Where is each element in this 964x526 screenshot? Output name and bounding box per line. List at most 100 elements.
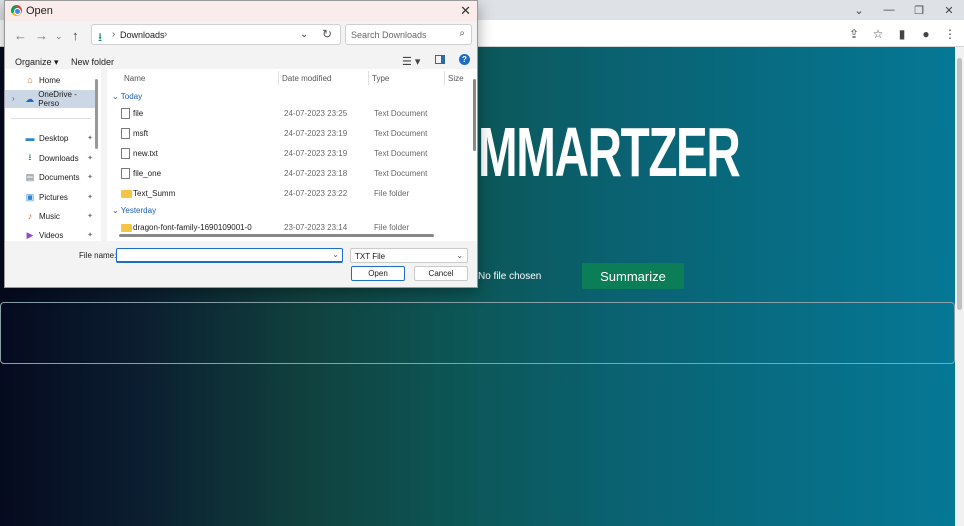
column-header-name[interactable]: Name [124,74,145,83]
nav-divider [11,118,91,119]
chevron-right-icon[interactable]: › [12,94,15,103]
column-header-type[interactable]: Type [372,74,389,83]
open-file-dialog: Open ✕ ← → ⌄ ↑ ⭳ › Downloads › ⌄ ↻ Searc… [4,0,478,288]
file-row[interactable]: file 24-07-2023 23:25 Text Document [107,105,469,123]
sidepanel-icon[interactable]: ▮ [892,24,912,44]
nav-item-label: Downloads [39,153,79,163]
text-document-icon [121,128,130,139]
nav-item-label: Documents [39,172,80,182]
folder-row[interactable]: Text_Summ 24-07-2023 23:22 File folder [107,185,469,203]
nav-item-label: Music [39,211,60,221]
nav-item-documents[interactable]: ▤ Documents ✦ [5,168,95,186]
column-separator[interactable] [278,71,279,85]
file-name-input[interactable]: ⌄ [116,248,343,263]
pictures-icon: ▣ [25,191,35,202]
close-icon[interactable]: ✕ [460,3,471,19]
text-document-icon [121,108,130,119]
text-document-icon [121,148,130,159]
file-type: Text Document [374,169,428,178]
file-date: 24-07-2023 23:22 [284,189,348,198]
chevron-right-icon: › [112,29,116,40]
column-separator[interactable] [368,71,369,85]
profile-icon[interactable]: ● [916,24,936,44]
close-window-button[interactable]: ✕ [934,0,964,20]
chevron-down-icon[interactable]: ⌄ [456,251,463,260]
file-name: file_one [133,169,162,178]
refresh-icon[interactable]: ↻ [322,27,332,41]
pin-icon: ✦ [87,232,93,239]
address-folder[interactable]: Downloads [120,30,165,40]
restore-button[interactable]: ❐ [904,0,934,20]
home-icon: ⌂ [27,75,33,85]
download-icon: ⭳ [28,152,32,162]
file-type-value: TXT File [355,252,386,261]
file-row[interactable]: msft 24-07-2023 23:19 Text Document [107,125,469,143]
summarize-button[interactable]: Summarize [582,263,684,289]
folder-icon [121,190,132,198]
column-header-date[interactable]: Date modified [282,74,331,83]
chevron-right-icon[interactable]: › [164,29,167,40]
share-icon[interactable]: ⇪ [844,24,864,44]
file-row[interactable]: file_one 24-07-2023 23:18 Text Document [107,165,469,183]
nav-item-desktop[interactable]: ▬ Desktop ✦ [5,129,95,147]
open-button[interactable]: Open [351,266,405,281]
nav-item-pictures[interactable]: ▣ Pictures ✦ [5,188,95,206]
file-type: Text Document [374,129,428,138]
pin-icon: ✦ [87,135,93,142]
nav-item-videos[interactable]: ▶ Videos ✦ [5,226,95,244]
file-date: 24-07-2023 23:18 [284,169,348,178]
no-file-chosen-label: No file chosen [478,271,542,282]
desktop-icon: ▬ [25,133,35,143]
preview-pane-icon[interactable] [435,55,445,64]
up-arrow-icon[interactable]: ↑ [72,28,79,43]
nav-item-label: Desktop [39,133,69,143]
cancel-button[interactable]: Cancel [414,266,468,281]
column-header-size[interactable]: Size [448,74,464,83]
pin-icon: ✦ [87,213,93,220]
recent-locations-icon[interactable]: ⌄ [55,31,63,42]
back-arrow-icon[interactable]: ← [14,28,27,43]
chevron-down-icon[interactable]: ⌄ [300,29,308,40]
group-label: Today [120,92,143,101]
star-icon[interactable]: ☆ [868,24,888,44]
menu-icon[interactable]: ⋮ [940,24,960,44]
nav-item-music[interactable]: ♪ Music ✦ [5,207,95,225]
file-list: Name Date modified Type Size ⌄ Today fil… [107,69,477,241]
group-label: Yesterday [120,206,157,215]
file-name: msft [133,129,149,138]
music-icon: ♪ [27,211,33,221]
address-bar[interactable]: ⭳ › Downloads › ⌄ ↻ [91,24,341,45]
navigation-pane: ⌂ Home › ☁ OneDrive - Perso ▬ Desktop ✦ … [5,69,101,241]
file-row[interactable]: new.txt 24-07-2023 23:19 Text Document [107,145,469,163]
file-type: File folder [374,189,410,198]
chrome-logo-icon [11,5,22,16]
view-options-icon[interactable]: ☰ ▾ [402,55,420,68]
file-date: 24-07-2023 23:19 [284,129,348,138]
file-name: file [133,109,144,118]
file-list-vertical-scrollbar[interactable] [473,79,476,151]
nav-scrollbar[interactable] [95,79,98,149]
organize-menu[interactable]: Organize ▾ [15,57,59,68]
group-header-today[interactable]: ⌄ Today [112,92,142,101]
search-downloads-input[interactable]: Search Downloads ⌕ [345,24,472,45]
column-separator[interactable] [444,71,445,85]
nav-item-label: Pictures [39,192,68,202]
file-type-select[interactable]: TXT File ⌄ [350,248,468,263]
nav-item-downloads[interactable]: ⭳ Downloads ✦ [5,149,95,167]
minimize-button[interactable]: — [874,0,904,20]
file-list-horizontal-scrollbar[interactable] [119,234,434,237]
page-scrollbar-thumb[interactable] [957,58,962,310]
chevron-down-icon[interactable]: ⌄ [332,250,339,259]
nav-item-home[interactable]: ⌂ Home [5,71,95,89]
group-header-yesterday[interactable]: ⌄ Yesterday [112,206,156,215]
nav-item-onedrive[interactable]: › ☁ OneDrive - Perso [5,90,95,108]
downloads-icon: ⭳ [98,30,103,44]
forward-arrow-icon[interactable]: → [35,28,48,43]
help-icon[interactable]: ? [459,54,470,65]
tab-search-icon[interactable]: ⌄ [844,0,874,20]
search-placeholder: Search Downloads [351,30,427,40]
file-type: Text Document [374,109,428,118]
file-date: 24-07-2023 23:25 [284,109,348,118]
new-folder-button[interactable]: New folder [71,57,114,67]
folder-icon [121,224,132,232]
